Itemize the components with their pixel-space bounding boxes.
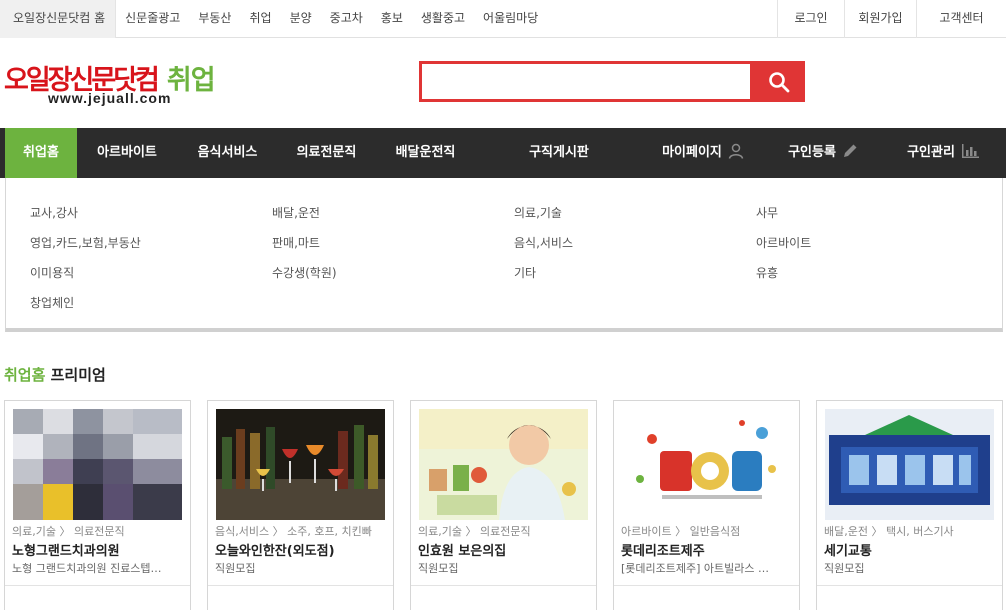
topnav-promotion[interactable]: 홍보 (372, 0, 412, 38)
nav-medical[interactable]: 의료전문직 (279, 128, 374, 178)
nav-label: 마이페이지 (662, 145, 722, 160)
search-button[interactable] (753, 61, 805, 102)
category-link[interactable]: 의료,기술 (514, 204, 562, 221)
search-box (419, 61, 805, 102)
card-category: 의료,기술 〉 의료전문직 (418, 525, 531, 538)
site-logo[interactable]: 오일장신문닷컴 취업 www.jejuall.com (4, 58, 284, 110)
card-description: 직원모집 (824, 562, 865, 575)
premium-card[interactable]: 의료,기술 〉 의료전문직 노형그랜드치과의원 노형 그랜드치과의원 진료스텝… (4, 400, 191, 610)
card-title: 노형그랜드치과의원 (12, 544, 120, 559)
topnav-realestate[interactable]: 부동산 (189, 0, 240, 38)
nav-part-time[interactable]: 아르바이트 (82, 128, 172, 178)
nav-delivery-driver[interactable]: 배달운전직 (378, 128, 473, 178)
card-category: 의료,기술 〉 의료전문직 (12, 525, 125, 538)
category-link[interactable]: 수강생(학원) (272, 264, 337, 281)
card-thumbnail (622, 409, 791, 520)
card-title: 인효원 보은의집 (418, 544, 507, 559)
card-footer (208, 585, 393, 610)
topnav-home[interactable]: 오일장신문닷컴 홈 (0, 0, 117, 38)
card-description: 노형 그랜드치과의원 진료스텝… (12, 562, 162, 575)
premium-title-rest: 프리미엄 (45, 366, 106, 384)
nav-food-service[interactable]: 음식서비스 (180, 128, 275, 178)
card-category: 음식,서비스 〉 소주, 호프, 치킨빠 (215, 525, 372, 538)
card-footer (817, 585, 1002, 610)
topnav-community[interactable]: 어울림마당 (474, 0, 547, 38)
card-thumbnail (419, 409, 588, 520)
login-link[interactable]: 로그인 (777, 0, 844, 38)
premium-title-accent: 취업홈 (4, 366, 46, 384)
card-thumbnail (825, 409, 994, 520)
card-footer (5, 585, 190, 610)
category-panel: 교사,강사 배달,운전 의료,기술 사무 영업,카드,보험,부동산 판매,마트 … (5, 178, 1003, 332)
nav-label: 취업홈 (23, 145, 59, 160)
category-link[interactable]: 영업,카드,보험,부동산 (30, 234, 141, 251)
logo-url: www.jejuall.com (48, 90, 172, 106)
category-link[interactable]: 사무 (756, 204, 778, 221)
topnav-newspaper-ads[interactable]: 신문줄광고 (116, 0, 189, 38)
category-link[interactable]: 아르바이트 (756, 234, 811, 251)
signup-link[interactable]: 회원가입 (844, 0, 916, 38)
card-title: 오늘와인한잔(외도점) (215, 544, 335, 559)
nav-label: 구인관리 (907, 145, 955, 160)
category-link[interactable]: 판매,마트 (272, 234, 320, 251)
pencil-icon (843, 144, 857, 157)
card-thumbnail (13, 409, 182, 520)
category-link[interactable]: 교사,강사 (30, 204, 78, 221)
nav-label: 아르바이트 (97, 145, 157, 160)
topnav-presale[interactable]: 분양 (281, 0, 321, 38)
category-link[interactable]: 창업체인 (30, 294, 74, 311)
search-icon (769, 71, 790, 92)
logo-section: 취업 (166, 65, 216, 95)
nav-jobs-home[interactable]: 취업홈 (5, 128, 77, 178)
card-thumbnail (216, 409, 385, 520)
user-icon (728, 143, 744, 159)
category-link[interactable]: 배달,운전 (272, 204, 320, 221)
nav-label: 의료전문직 (296, 145, 357, 160)
top-bar: 오일장신문닷컴 홈 신문줄광고 부동산 취업 분양 중고차 홍보 생활중고 어울… (0, 0, 1006, 38)
nav-job-seeker-board[interactable]: 구직게시판 (510, 128, 608, 178)
topnav-used-goods[interactable]: 생활중고 (412, 0, 474, 38)
top-links: 로그인 회원가입 고객센터 (777, 0, 1006, 38)
nav-label: 음식서비스 (197, 145, 258, 160)
topnav-usedcar[interactable]: 중고차 (321, 0, 372, 38)
category-link[interactable]: 이미용직 (30, 264, 74, 281)
premium-card[interactable]: 배달,운전 〉 택시, 버스기사 세기교통 직원모집 (816, 400, 1003, 610)
premium-card[interactable]: 음식,서비스 〉 소주, 호프, 치킨빠 오늘와인한잔(외도점) 직원모집 (207, 400, 394, 610)
nav-manage-jobs[interactable]: 구인관리 (893, 128, 993, 178)
category-link[interactable]: 기타 (514, 264, 536, 281)
premium-card[interactable]: 의료,기술 〉 의료전문직 인효원 보은의집 직원모집 (410, 400, 597, 610)
nav-label: 구직게시판 (529, 145, 589, 160)
top-nav: 오일장신문닷컴 홈 신문줄광고 부동산 취업 분양 중고차 홍보 생활중고 어울… (0, 0, 547, 38)
customer-center-link[interactable]: 고객센터 (916, 0, 1006, 38)
topnav-jobs[interactable]: 취업 (240, 0, 280, 38)
nav-my-page[interactable]: 마이페이지 (650, 128, 756, 178)
card-category: 배달,운전 〉 택시, 버스기사 (824, 525, 954, 538)
card-footer (411, 585, 596, 610)
nav-post-job[interactable]: 구인등록 (778, 128, 868, 178)
premium-card[interactable]: 아르바이트 〉 일반음식점 롯데리조트제주 [롯데리조트제주] 아트빌라스 … (613, 400, 800, 610)
card-title: 롯데리조트제주 (621, 544, 705, 559)
card-category: 아르바이트 〉 일반음식점 (621, 525, 741, 538)
search-input[interactable] (419, 61, 753, 102)
category-link[interactable]: 유흥 (756, 264, 778, 281)
card-description: 직원모집 (418, 562, 459, 575)
card-title: 세기교통 (824, 544, 872, 559)
card-description: 직원모집 (215, 562, 256, 575)
nav-label: 구인등록 (788, 145, 836, 160)
category-link[interactable]: 음식,서비스 (514, 234, 573, 251)
main-nav: 취업홈 아르바이트 음식서비스 의료전문직 배달운전직 구직게시판 마이페이지 … (0, 128, 1006, 178)
card-description: [롯데리조트제주] 아트빌라스 … (621, 562, 770, 575)
premium-section-title: 취업홈 프리미엄 (4, 364, 106, 385)
bar-chart-icon (961, 144, 979, 158)
nav-label: 배달운전직 (395, 145, 456, 160)
card-footer (614, 585, 799, 610)
